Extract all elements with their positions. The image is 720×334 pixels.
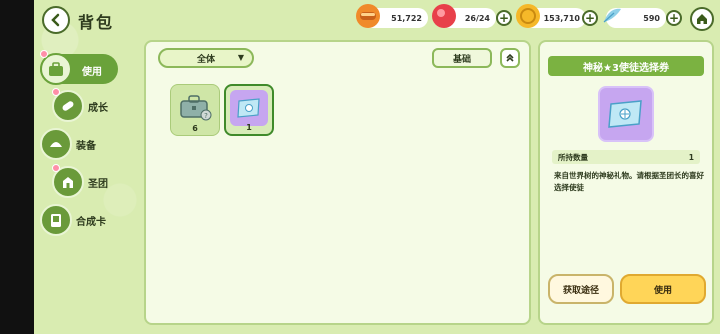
ticket-icon bbox=[598, 86, 654, 142]
toolbox-icon: ? bbox=[180, 95, 212, 121]
chevron-left-icon bbox=[51, 13, 60, 27]
screen-edge bbox=[0, 0, 34, 334]
sidebar-item-equipment[interactable]: 装备 bbox=[40, 128, 96, 160]
acquire-source-button[interactable]: 获取途径 bbox=[548, 274, 614, 304]
card-icon bbox=[40, 204, 72, 236]
add-feather-button[interactable]: + bbox=[666, 10, 682, 26]
resource-feather-value: 590 bbox=[643, 13, 660, 23]
sidebar-item-label: 圣团 bbox=[88, 178, 108, 190]
item-count: 1 bbox=[246, 123, 252, 132]
svg-text:?: ? bbox=[204, 112, 208, 120]
item-detail-panel: 神秘★3使徒选择券 所持数量 1 来自世界树的神秘礼物。请根据圣团长的喜好选择使… bbox=[538, 40, 714, 325]
page-title: 背包 bbox=[78, 13, 115, 32]
resource-bread-value: 51,722 bbox=[391, 13, 422, 23]
sidebar-item-label: 合成卡 bbox=[76, 216, 106, 228]
resource-stamina-value: 26/24 bbox=[464, 13, 490, 23]
sidebar-item-label: 装备 bbox=[76, 140, 96, 152]
sidebar-item-synthesis-card[interactable]: 合成卡 bbox=[40, 204, 106, 236]
add-coin-button[interactable]: + bbox=[582, 10, 598, 26]
sidebar-item-label: 成长 bbox=[88, 102, 108, 114]
bread-icon bbox=[356, 4, 380, 28]
inventory-panel: 全体 ▼ 基础 ? 6 1 bbox=[144, 40, 531, 325]
coin-icon bbox=[516, 4, 540, 28]
held-quantity-label: 所持数量 bbox=[558, 152, 588, 162]
inventory-item[interactable]: ? 6 bbox=[170, 84, 220, 136]
held-quantity-row: 所持数量 1 bbox=[552, 150, 700, 164]
notification-dot bbox=[52, 164, 60, 172]
inventory-item-selected[interactable]: 1 bbox=[224, 84, 274, 136]
item-count: 6 bbox=[192, 124, 198, 133]
sidebar-item-guild[interactable]: 圣团 bbox=[52, 166, 108, 198]
caret-down-icon: ▼ bbox=[237, 53, 244, 62]
use-button[interactable]: 使用 bbox=[620, 274, 706, 304]
sidebar-item-use[interactable]: 使用 bbox=[40, 53, 118, 85]
feather-icon bbox=[600, 4, 624, 28]
back-button[interactable] bbox=[42, 6, 70, 34]
home-button[interactable] bbox=[690, 7, 714, 31]
red-orb-icon bbox=[432, 4, 456, 28]
filter-dropdown[interactable]: 全体 ▼ bbox=[158, 48, 254, 68]
add-stamina-button[interactable]: + bbox=[496, 10, 512, 26]
item-description: 来自世界树的神秘礼物。请根据圣团长的喜好选择使徒 bbox=[554, 171, 704, 192]
home-icon bbox=[697, 14, 707, 24]
sidebar-item-label: 使用 bbox=[82, 67, 102, 78]
collapse-button[interactable] bbox=[500, 48, 520, 68]
filter-selected-label: 全体 bbox=[196, 54, 215, 65]
sort-button[interactable]: 基础 bbox=[432, 48, 492, 68]
notification-dot bbox=[52, 88, 60, 96]
ticket-icon bbox=[230, 90, 268, 126]
sidebar-item-growth[interactable]: 成长 bbox=[52, 90, 108, 122]
notification-dot bbox=[40, 50, 48, 58]
resource-coin-value: 153,710 bbox=[543, 13, 580, 23]
held-quantity-value: 1 bbox=[688, 152, 694, 162]
double-chevron-up-icon bbox=[506, 53, 514, 62]
bun-icon bbox=[40, 128, 72, 160]
item-title: 神秘★3使徒选择券 bbox=[548, 56, 704, 76]
